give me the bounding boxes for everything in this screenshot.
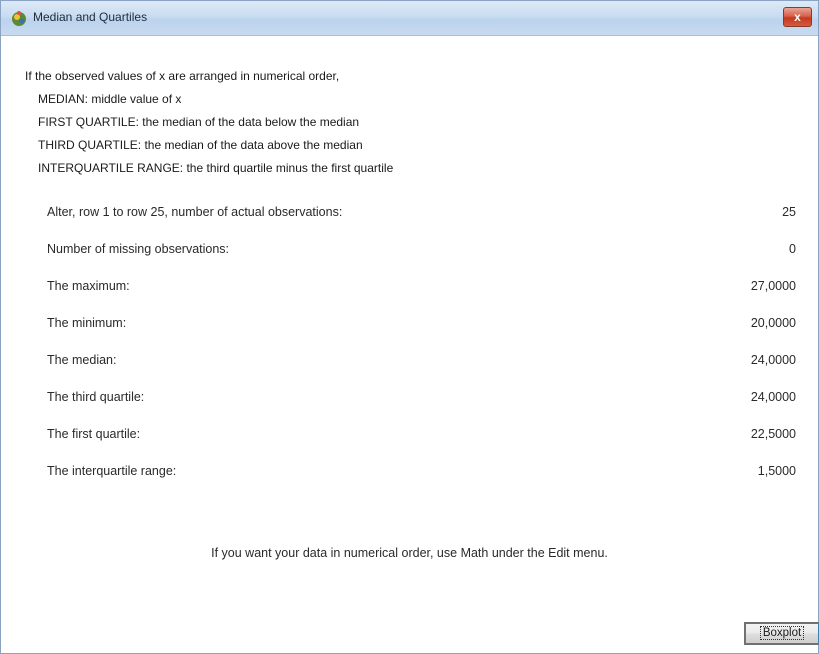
close-button[interactable]: x: [783, 7, 812, 27]
stat-label-minimum: The minimum:: [47, 316, 127, 330]
stat-value-maximum: 27,0000: [750, 279, 796, 293]
definition-third-quartile: THIRD QUARTILE: the median of the data a…: [38, 138, 363, 152]
app-icon: [12, 11, 26, 26]
definition-median: MEDIAN: middle value of x: [38, 92, 182, 106]
boxplot-button-label: Boxplot: [759, 626, 805, 640]
close-icon: x: [794, 10, 801, 24]
definition-first-quartile: FIRST QUARTILE: the median of the data b…: [38, 115, 360, 129]
stat-value-median: 24,0000: [750, 353, 796, 367]
median-quartiles-window: Median and Quartiles x If the observed v…: [0, 0, 819, 654]
stat-value-minimum: 20,0000: [750, 316, 796, 330]
stat-value-observations: 25: [782, 205, 796, 219]
stat-value-first-quartile: 22,5000: [750, 427, 796, 441]
sort-hint-note: If you want your data in numerical order…: [211, 546, 608, 560]
definition-interquartile-range: INTERQUARTILE RANGE: the third quartile …: [38, 161, 394, 175]
stat-value-missing: 0: [789, 242, 796, 256]
stat-label-missing: Number of missing observations:: [47, 242, 230, 256]
stat-label-third-quartile: The third quartile:: [47, 390, 145, 404]
boxplot-button[interactable]: Boxplot: [744, 622, 819, 645]
stat-label-observations: Alter, row 1 to row 25, number of actual…: [47, 205, 343, 219]
stat-value-interquartile-range: 1,5000: [757, 464, 796, 478]
title-bar[interactable]: Median and Quartiles x: [1, 1, 818, 36]
stat-label-maximum: The maximum:: [47, 279, 130, 293]
window-title: Median and Quartiles: [33, 10, 148, 24]
stat-label-interquartile-range: The interquartile range:: [47, 464, 177, 478]
intro-heading: If the observed values of x are arranged…: [25, 69, 340, 83]
stat-label-median: The median:: [47, 353, 117, 367]
content-area: If the observed values of x are arranged…: [1, 36, 819, 653]
stat-value-third-quartile: 24,0000: [750, 390, 796, 404]
stat-label-first-quartile: The first quartile:: [47, 427, 141, 441]
